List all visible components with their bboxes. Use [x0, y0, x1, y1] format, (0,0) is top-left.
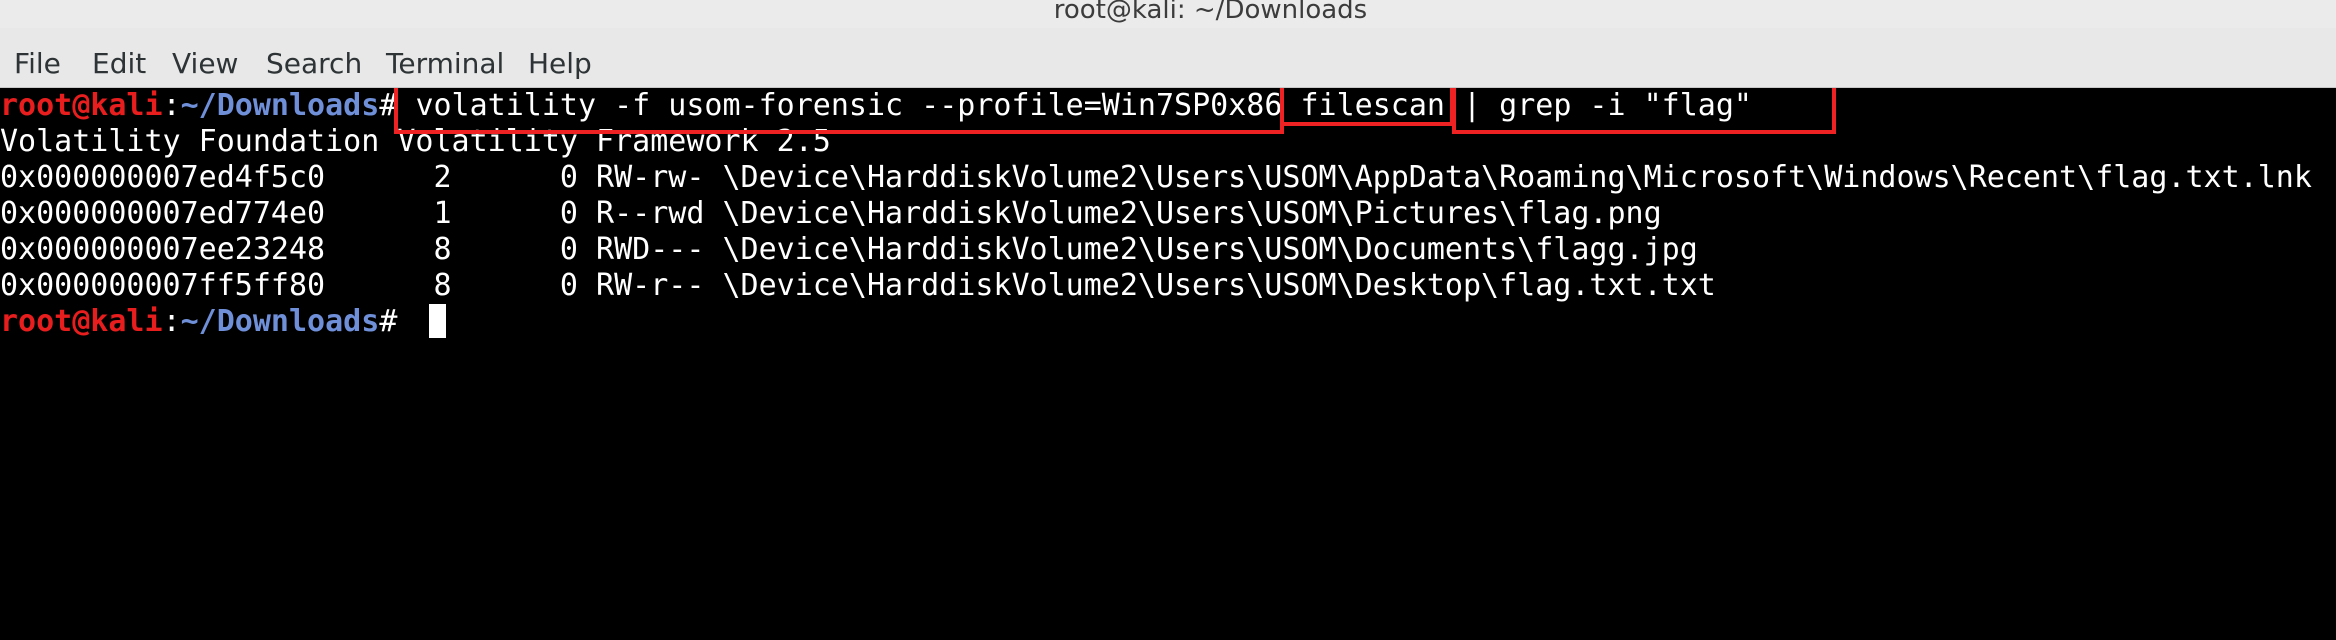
prompt-user-host: root@kali [0, 88, 163, 123]
menu-terminal[interactable]: Terminal [386, 46, 504, 82]
menu-help[interactable]: Help [528, 46, 592, 82]
menu-bar: File Edit View Search Terminal Help [0, 28, 2336, 88]
prompt-symbol: # [379, 88, 416, 123]
prompt-path: ~/Downloads [180, 304, 380, 339]
terminal-output-area[interactable]: root@kali:~/Downloads# volatility -f uso… [0, 88, 2336, 640]
prompt-user-host: root@kali [0, 304, 163, 339]
output-line: 0x000000007ed4f5c0 2 0 RW-rw- \Device\Ha… [0, 160, 2312, 195]
output-line: 0x000000007ff5ff80 8 0 RW-r-- \Device\Ha… [0, 268, 1716, 303]
current-prompt-line: root@kali:~/Downloads# [0, 303, 447, 340]
window-title: root@kali: ~/Downloads [1053, 0, 1368, 25]
prompt-colon: : [162, 304, 181, 339]
menu-file[interactable]: File [14, 46, 61, 82]
output-line: Volatility Foundation Volatility Framewo… [0, 124, 831, 159]
prompt-colon: : [162, 88, 181, 123]
output-line: 0x000000007ee23248 8 0 RWD--- \Device\Ha… [0, 232, 1698, 267]
menu-view[interactable]: View [172, 46, 238, 82]
terminal-window: root@kali: ~/Downloads File Edit View Se… [0, 0, 2336, 640]
prompt-path: ~/Downloads [180, 88, 380, 123]
command-text: volatility -f usom-forensic --profile=Wi… [415, 88, 1752, 123]
prompt-symbol: # [379, 304, 416, 339]
window-titlebar[interactable]: root@kali: ~/Downloads [0, 0, 2336, 28]
menu-edit[interactable]: Edit [92, 46, 146, 82]
output-line: 0x000000007ed774e0 1 0 R--rwd \Device\Ha… [0, 196, 1662, 231]
text-cursor [429, 303, 447, 338]
menu-search[interactable]: Search [266, 46, 362, 82]
command-line: root@kali:~/Downloads# volatility -f uso… [0, 88, 1752, 124]
